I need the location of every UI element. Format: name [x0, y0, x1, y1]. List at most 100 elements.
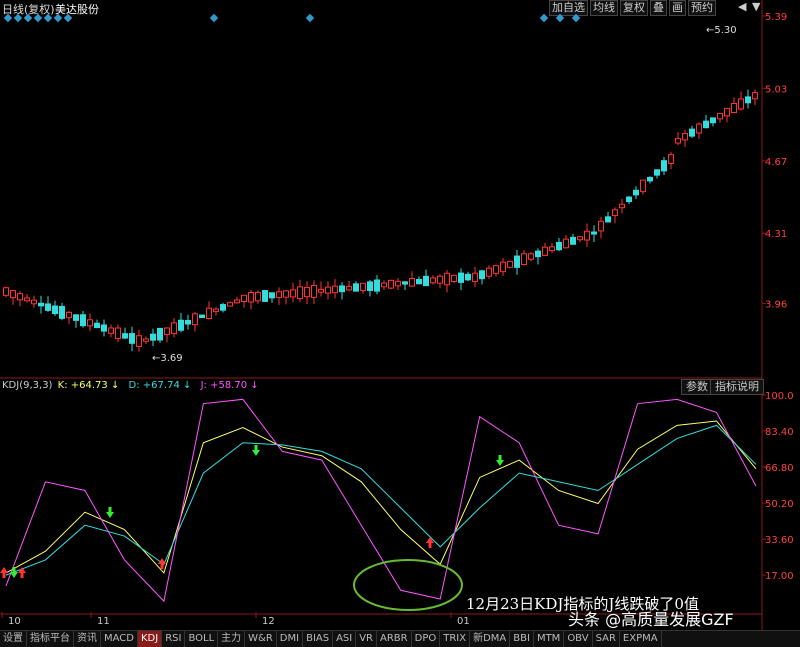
candle-body: [647, 176, 653, 182]
candle-body: [52, 305, 58, 315]
sell-arrow-icon: [10, 567, 18, 578]
tab-settings[interactable]: 设置: [0, 631, 27, 647]
candle-body: [486, 267, 492, 277]
tab-dmi[interactable]: DMI: [277, 631, 304, 647]
tab-bbi[interactable]: BBI: [510, 631, 534, 647]
candle-body: [17, 293, 23, 301]
candle-body: [458, 272, 464, 283]
info-marker-icon: [23, 13, 33, 23]
candle-body: [416, 279, 422, 285]
candle-body: [241, 294, 247, 303]
tab-expma[interactable]: EXPMA: [620, 631, 662, 647]
tab-dpo[interactable]: DPO: [412, 631, 441, 647]
tab-new-dma[interactable]: 新DMA: [470, 631, 511, 647]
candle-body: [234, 299, 240, 304]
candle-body: [24, 297, 30, 302]
params-button[interactable]: 参数: [681, 379, 713, 395]
candle-body: [346, 285, 352, 291]
candle-body: [122, 333, 128, 339]
candle-body: [143, 338, 149, 342]
candle-body: [150, 333, 156, 341]
candle-body: [675, 138, 681, 144]
tab-indicator-platform[interactable]: 指标平台: [27, 631, 74, 647]
candle-body: [66, 311, 72, 319]
tab-vr[interactable]: VR: [356, 631, 378, 647]
candle-body: [318, 288, 324, 293]
candle-body: [549, 246, 555, 251]
candle-body: [556, 241, 562, 251]
candle-body: [178, 319, 184, 331]
candle-body: [472, 272, 478, 282]
price-tick-label: 3.96: [765, 300, 787, 311]
candle-body: [731, 102, 737, 114]
buy-arrow-icon: [426, 537, 434, 548]
indicator-help-button[interactable]: 指标说明: [710, 379, 764, 395]
info-marker-icon: [53, 13, 63, 23]
candle-body: [423, 275, 429, 287]
candle-body: [213, 308, 219, 313]
watermark: 头条 @高质量发展GZF: [568, 610, 734, 629]
candle-body: [444, 272, 450, 286]
kdj-tick-label: 33.60: [765, 535, 794, 546]
high-price-annotation: ←5.30: [706, 25, 737, 36]
tab-asi[interactable]: ASI: [333, 631, 357, 647]
candle-body: [430, 277, 436, 284]
candle-body: [696, 123, 702, 134]
candle-body: [290, 289, 296, 298]
candle-body: [3, 287, 9, 296]
candle-body: [493, 265, 499, 274]
candle-body: [437, 275, 443, 284]
candle-body: [605, 216, 611, 223]
tab-arbr[interactable]: ARBR: [377, 631, 412, 647]
info-marker-icon: [555, 13, 565, 23]
tab-wr[interactable]: W&R: [245, 631, 277, 647]
candle-body: [654, 169, 660, 176]
tab-sar[interactable]: SAR: [593, 631, 620, 647]
candle-body: [38, 302, 44, 307]
candle-body: [570, 236, 576, 245]
candle-body: [206, 307, 212, 320]
candle-body: [563, 238, 569, 249]
candle-body: [192, 313, 198, 326]
candle-body: [269, 292, 275, 299]
tab-news[interactable]: 资讯: [74, 631, 101, 647]
info-marker-icon: [3, 13, 13, 23]
tab-boll[interactable]: BOLL: [185, 631, 219, 647]
candle-body: [381, 282, 387, 288]
tab-kdj[interactable]: KDJ: [137, 631, 163, 647]
candle-body: [584, 230, 590, 241]
price-chart-svg: 5.39 5.03 4.67 4.31 3.96 ←5.30 ←3.69 100.0 83.40…: [0, 0, 794, 630]
candle-body: [612, 209, 618, 217]
info-marker-icon: [571, 13, 581, 23]
candle-body: [108, 327, 114, 334]
tab-main-force[interactable]: 主力: [218, 631, 246, 647]
candle-body: [325, 286, 331, 294]
price-tick-label: 5.03: [765, 84, 787, 95]
candle-body: [668, 154, 674, 164]
candle-body: [248, 292, 254, 303]
sell-arrow-icon: [106, 507, 114, 518]
info-marker-icon: [209, 13, 219, 23]
kdj-tick-label: 17.00: [765, 571, 794, 582]
candle-body: [717, 113, 723, 120]
info-marker-icon: [63, 13, 73, 23]
tab-mtm[interactable]: MTM: [534, 631, 565, 647]
low-price-annotation: ←3.69: [152, 353, 183, 364]
candle-body: [87, 319, 93, 327]
info-marker-icon: [539, 13, 549, 23]
tab-rsi[interactable]: RSI: [162, 631, 186, 647]
candle-body: [402, 281, 408, 285]
tab-macd[interactable]: MACD: [101, 631, 138, 647]
candle-body: [10, 290, 16, 299]
tab-obv[interactable]: OBV: [564, 631, 593, 647]
tab-bias[interactable]: BIAS: [303, 631, 334, 647]
price-tick-label: 5.39: [765, 12, 787, 23]
down-arrow-icon: ↓: [110, 380, 120, 391]
candle-body: [297, 286, 303, 300]
candle-body: [689, 128, 695, 137]
candle-body: [199, 314, 205, 319]
time-tick-label: 10: [8, 616, 21, 627]
tab-trix[interactable]: TRIX: [440, 631, 471, 647]
sell-arrow-icon: [252, 445, 260, 456]
candle-body: [332, 285, 338, 294]
